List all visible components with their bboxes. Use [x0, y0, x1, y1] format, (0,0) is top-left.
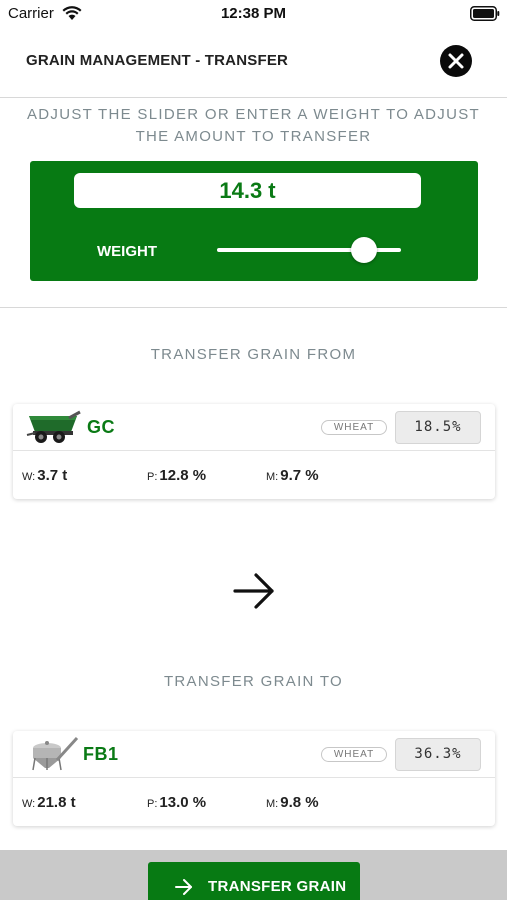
- destination-bin-header: FB1 WHEAT 36.3%: [13, 731, 495, 778]
- moisture-stat-label: M:: [266, 798, 279, 810]
- weight-slider[interactable]: [217, 237, 401, 263]
- weight-stat-label: W:: [22, 471, 36, 483]
- protein-stat-value: 13.0 %: [159, 794, 207, 811]
- slider-thumb[interactable]: [351, 237, 378, 263]
- destination-bin-name: FB1: [83, 744, 119, 764]
- arrow-right-icon: [175, 879, 192, 895]
- weight-stat: W: 3.7 t: [22, 467, 67, 484]
- battery-icon: [470, 6, 500, 21]
- protein-stat-value: 12.8 %: [159, 467, 207, 484]
- moisture-stat-label: M:: [266, 471, 279, 483]
- close-icon: [448, 53, 464, 69]
- moisture-value: 18.5%: [395, 411, 481, 444]
- weight-label: WEIGHT: [97, 243, 157, 260]
- transfer-grain-label: TRANSFER GRAIN: [208, 878, 347, 895]
- moisture-stat: M: 9.8 %: [266, 794, 319, 811]
- source-bin-name: GC: [87, 417, 115, 437]
- arrow-right-icon: [233, 573, 274, 609]
- grain-cart-icon: [26, 410, 81, 443]
- weight-input[interactable]: [74, 173, 421, 208]
- transfer-grain-button[interactable]: TRANSFER GRAIN: [148, 862, 360, 900]
- crop-badge: WHEAT: [321, 420, 387, 435]
- header: GRAIN MANAGEMENT - TRANSFER: [0, 28, 507, 98]
- transfer-to-heading: TRANSFER GRAIN TO: [163, 673, 344, 690]
- instruction-text: ADJUST THE SLIDER OR ENTER A WEIGHT TO A…: [26, 106, 481, 145]
- weight-stat-value: 3.7 t: [37, 467, 68, 484]
- moisture-stat-value: 9.7 %: [280, 467, 319, 484]
- weight-stat: W: 21.8 t: [22, 794, 76, 811]
- moisture-stat: M: 9.7 %: [266, 467, 319, 484]
- close-button[interactable]: [440, 45, 472, 77]
- source-bin-card[interactable]: GC WHEAT 18.5% W: 3.7 t P: 12.8 % M: 9.7 %: [13, 404, 495, 499]
- weight-panel: WEIGHT: [30, 161, 478, 281]
- status-time: 12:38 PM: [220, 5, 287, 22]
- transfer-from-heading: TRANSFER GRAIN FROM: [150, 346, 357, 363]
- weight-stat-label: W:: [22, 798, 36, 810]
- page-title: GRAIN MANAGEMENT - TRANSFER: [26, 52, 289, 69]
- source-bin-header: GC WHEAT 18.5%: [13, 404, 495, 451]
- weight-stat-value: 21.8 t: [37, 794, 76, 811]
- protein-stat: P: 13.0 %: [147, 794, 206, 811]
- moisture-stat-value: 9.8 %: [280, 794, 319, 811]
- status-bar: Carrier 12:38 PM: [0, 0, 507, 28]
- divider: [0, 307, 507, 308]
- crop-badge: WHEAT: [321, 747, 387, 762]
- protein-stat-label: P:: [147, 471, 158, 483]
- protein-stat: P: 12.8 %: [147, 467, 206, 484]
- field-bin-icon: [32, 736, 79, 771]
- destination-bin-card[interactable]: FB1 WHEAT 36.3% W: 21.8 t P: 13.0 % M: 9.8 …: [13, 731, 495, 826]
- footer-bar: TRANSFER GRAIN: [0, 850, 507, 900]
- protein-stat-label: P:: [147, 798, 158, 810]
- moisture-value: 36.3%: [395, 738, 481, 771]
